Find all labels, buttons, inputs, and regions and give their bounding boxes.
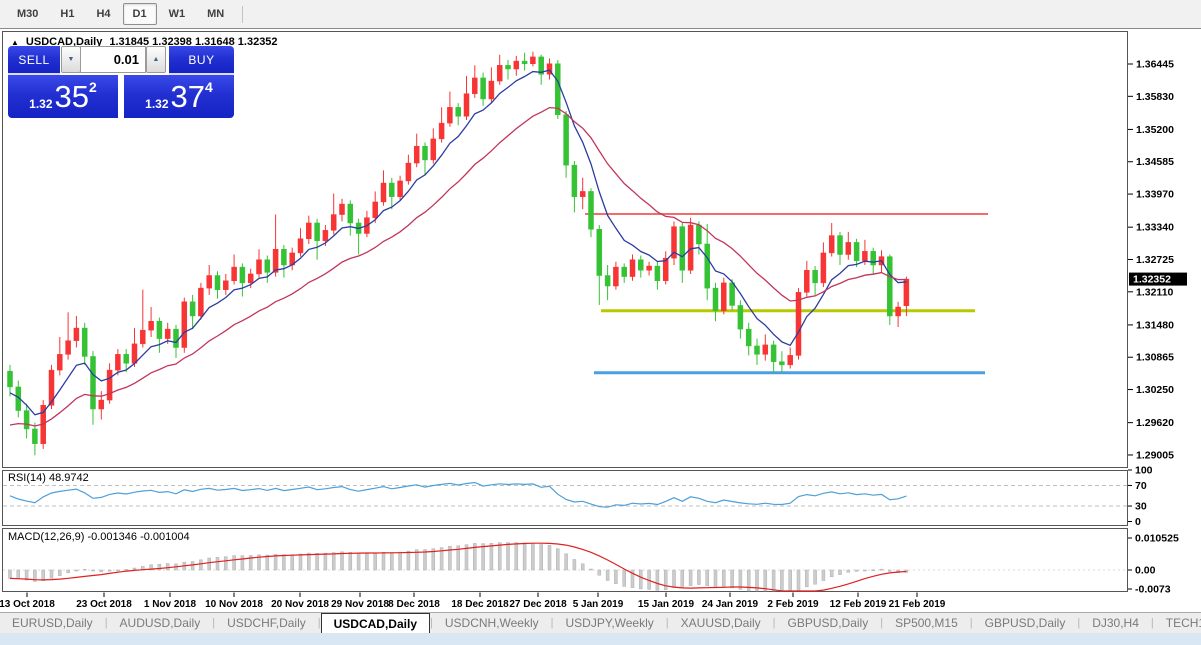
svg-text:0.00: 0.00 [1135, 565, 1156, 577]
svg-text:1.36445: 1.36445 [1136, 59, 1174, 71]
tab-gbpusd-daily[interactable]: GBPUSD,Daily [973, 613, 1078, 633]
tab-usdchf-daily[interactable]: USDCHF,Daily [215, 613, 318, 633]
svg-text:24 Jan 2019: 24 Jan 2019 [702, 599, 759, 610]
buy-button[interactable]: BUY [169, 46, 234, 75]
toolbar-separator [242, 5, 244, 23]
price-axis: 1.36445 1.35830 1.35200 1.34585 1.33970 1.333… [1128, 59, 1187, 461]
timeframe-button-h1[interactable]: H1 [50, 3, 84, 25]
svg-text:29 Nov 2018: 29 Nov 2018 [331, 599, 389, 610]
svg-text:1 Nov 2018: 1 Nov 2018 [144, 599, 197, 610]
status-strip [0, 633, 1201, 645]
tab-usdcad-daily[interactable]: USDCAD,Daily [320, 613, 430, 633]
svg-text:1.33970: 1.33970 [1136, 189, 1174, 201]
svg-text:0: 0 [1135, 516, 1141, 528]
svg-text:100: 100 [1135, 465, 1153, 477]
sell-price-button[interactable]: 1.32 35 2 [8, 75, 118, 118]
date-axis: 13 Oct 2018 23 Oct 2018 1 Nov 2018 10 Nov 2… [0, 592, 946, 610]
svg-text:70: 70 [1135, 480, 1147, 492]
svg-text:1.32352: 1.32352 [1133, 274, 1171, 286]
sell-price-prefix: 1.32 [29, 97, 53, 111]
svg-text:1.35200: 1.35200 [1136, 124, 1174, 136]
timeframe-button-m30[interactable]: M30 [7, 3, 48, 25]
arrow-up-icon: ▲ [152, 56, 160, 63]
svg-text:30: 30 [1135, 501, 1147, 513]
tab-tech1[interactable]: TECH1 [1154, 613, 1201, 633]
macd-label: MACD(12,26,9) -0.001346 -0.001004 [8, 531, 190, 543]
buy-price-big: 37 [170, 79, 206, 114]
svg-text:-0.0073: -0.0073 [1135, 584, 1171, 596]
tab-sp500-m15[interactable]: SP500,M15 [883, 613, 970, 633]
svg-text:8 Dec 2018: 8 Dec 2018 [388, 599, 440, 610]
svg-text:1.32725: 1.32725 [1136, 254, 1174, 266]
timeframe-button-h4[interactable]: H4 [86, 3, 120, 25]
trading-terminal-window: { "toolbar": { "timeframes": [ {"label":… [0, 0, 1201, 645]
svg-text:1.33340: 1.33340 [1136, 222, 1174, 234]
svg-text:12 Feb 2019: 12 Feb 2019 [830, 599, 887, 610]
tab-dj30-h4[interactable]: DJ30,H4 [1080, 613, 1151, 633]
one-click-trading-panel: SELL ▼ 0.01 ▲ BUY 1.32 35 2 1.32 37 4 [8, 46, 234, 118]
tab-usdcnh-weekly[interactable]: USDCNH,Weekly [433, 613, 551, 633]
svg-text:13 Oct 2018: 13 Oct 2018 [0, 599, 55, 610]
volume-decrease-button[interactable]: ▼ [61, 46, 81, 73]
svg-text:27 Dec 2018: 27 Dec 2018 [509, 599, 567, 610]
svg-text:0.010525: 0.010525 [1135, 533, 1179, 545]
svg-text:23 Oct 2018: 23 Oct 2018 [76, 599, 132, 610]
sell-price-pip: 2 [89, 79, 97, 95]
timeframe-toolbar: M30 H1 H4 D1 W1 MN [0, 0, 1201, 29]
svg-text:10 Nov 2018: 10 Nov 2018 [205, 599, 263, 610]
svg-text:1.35830: 1.35830 [1136, 91, 1174, 103]
svg-text:1.30865: 1.30865 [1136, 352, 1174, 364]
tab-usdjpy-weekly[interactable]: USDJPY,Weekly [554, 613, 666, 633]
svg-text:21 Feb 2019: 21 Feb 2019 [889, 599, 946, 610]
svg-text:1.32110: 1.32110 [1136, 286, 1174, 298]
buy-price-prefix: 1.32 [145, 97, 169, 111]
timeframe-button-mn[interactable]: MN [197, 3, 234, 25]
volume-increase-button[interactable]: ▲ [146, 46, 166, 73]
buy-price-button[interactable]: 1.32 37 4 [124, 75, 234, 118]
buy-price-pip: 4 [205, 79, 213, 95]
indicator-axes: 100 70 30 0 0.010525 0.00 -0.0073 [1128, 465, 1179, 596]
tab-audusd-daily[interactable]: AUDUSD,Daily [108, 613, 213, 633]
symbol-tab-bar: EURUSD,Daily | AUDUSD,Daily | USDCHF,Daily | U… [0, 612, 1201, 633]
sell-button[interactable]: SELL [8, 46, 60, 75]
svg-text:1.29620: 1.29620 [1136, 417, 1174, 429]
svg-text:2 Feb 2019: 2 Feb 2019 [767, 599, 819, 610]
svg-text:5 Jan 2019: 5 Jan 2019 [573, 599, 624, 610]
timeframe-button-w1[interactable]: W1 [159, 3, 196, 25]
svg-text:15 Jan 2019: 15 Jan 2019 [638, 599, 695, 610]
svg-text:1.29005: 1.29005 [1136, 449, 1174, 461]
tab-xauusd-daily[interactable]: XAUUSD,Daily [669, 613, 773, 633]
rsi-label: RSI(14) 48.9742 [8, 472, 89, 484]
tab-eurusd-daily[interactable]: EURUSD,Daily [0, 613, 105, 633]
timeframe-button-d1[interactable]: D1 [122, 3, 157, 25]
svg-text:1.30250: 1.30250 [1136, 384, 1174, 396]
svg-text:20 Nov 2018: 20 Nov 2018 [271, 599, 329, 610]
svg-text:18 Dec 2018: 18 Dec 2018 [451, 599, 509, 610]
volume-input[interactable]: 0.01 [80, 46, 146, 73]
tab-gbpusd-daily[interactable]: GBPUSD,Daily [776, 613, 881, 633]
sell-price-big: 35 [54, 79, 90, 114]
arrow-down-icon: ▼ [67, 56, 75, 63]
svg-text:1.31480: 1.31480 [1136, 319, 1174, 331]
svg-text:1.34585: 1.34585 [1136, 156, 1174, 168]
rsi-panel [2, 470, 1128, 526]
